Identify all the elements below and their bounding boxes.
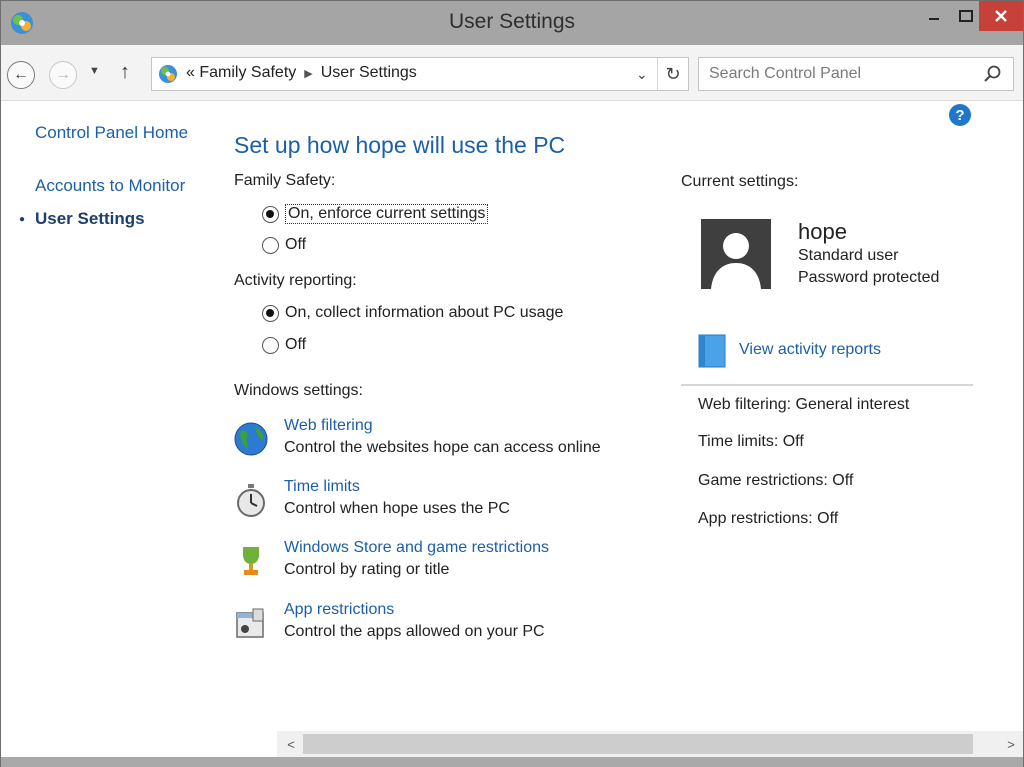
content-pane: ? Control Panel Home Accounts to Monitor… — [1, 101, 1023, 731]
status-strip — [1, 731, 277, 757]
activity-reporting-on-radio[interactable]: On, collect information about PC usage — [262, 304, 563, 322]
time-limits-description: Control when hope uses the PC — [284, 500, 510, 517]
address-dropdown-button[interactable]: ⌄ — [636, 66, 648, 83]
activity-reporting-off-label[interactable]: Off — [285, 336, 306, 354]
recent-locations-button[interactable]: ▼ — [89, 65, 100, 77]
summary-game-restrictions: Game restrictions: Off — [698, 472, 854, 489]
close-icon — [995, 10, 1007, 22]
activity-report-icon — [698, 334, 726, 368]
scroll-right-button[interactable]: > — [1001, 734, 1021, 754]
divider — [681, 384, 973, 386]
web-filtering-description: Control the websites hope can access onl… — [284, 439, 601, 456]
refresh-icon: ↻ — [665, 63, 681, 84]
chevron-right-icon: > — [1007, 736, 1015, 752]
store-game-restrictions-description: Control by rating or title — [284, 561, 450, 578]
setting-time-limits: Time limits Control when hope uses the P… — [233, 478, 653, 526]
forward-button[interactable]: → — [49, 61, 77, 89]
summary-web-filtering: Web filtering: General interest — [698, 396, 910, 413]
user-silhouette-icon — [701, 219, 771, 289]
windows-settings-label: Windows settings: — [234, 382, 363, 399]
setting-web-filtering: Web filtering Control the websites hope … — [233, 417, 653, 465]
activity-reporting-off-radio[interactable]: Off — [262, 336, 306, 354]
chevron-left-icon: < — [287, 736, 295, 752]
time-limits-link[interactable]: Time limits — [284, 478, 360, 496]
arrow-up-icon: ↑ — [120, 61, 130, 83]
arrow-left-icon: ← — [13, 66, 29, 83]
minimize-button[interactable] — [917, 1, 951, 31]
trophy-icon — [243, 547, 259, 575]
maximize-button[interactable] — [949, 1, 983, 31]
user-settings-window: User Settings ← → ▼ ↑ « Family Safety ▶ … — [0, 0, 1024, 767]
arrow-right-icon: → — [55, 66, 71, 83]
title-bar: User Settings — [1, 1, 1023, 45]
sidebar-item-control-panel-home[interactable]: Control Panel Home — [35, 123, 188, 143]
radio-checked-icon[interactable] — [262, 205, 279, 223]
user-password-status: Password protected — [798, 269, 940, 286]
app-restrictions-link[interactable]: App restrictions — [284, 601, 394, 619]
up-button[interactable]: ↑ — [120, 61, 130, 84]
activity-reporting-on-label[interactable]: On, collect information about PC usage — [285, 304, 563, 322]
window-bottom-border — [1, 757, 1023, 767]
breadcrumb-user-settings[interactable]: User Settings — [321, 64, 417, 81]
summary-app-restrictions: App restrictions: Off — [698, 510, 839, 527]
back-button[interactable]: ← — [7, 61, 35, 89]
sidebar-item-accounts-to-monitor[interactable]: Accounts to Monitor — [35, 176, 185, 196]
scroll-left-button[interactable]: < — [281, 734, 301, 754]
app-restrictions-description: Control the apps allowed on your PC — [284, 623, 545, 640]
view-activity-reports-link[interactable]: View activity reports — [739, 341, 881, 359]
current-settings-label: Current settings: — [681, 173, 799, 190]
search-box[interactable]: Search Control Panel — [698, 57, 1014, 91]
minimize-icon — [929, 18, 939, 20]
maximize-icon — [959, 10, 973, 22]
family-safety-on-label[interactable]: On, enforce current settings — [285, 204, 489, 224]
help-icon[interactable]: ? — [949, 104, 971, 126]
scrollbar-thumb[interactable] — [303, 734, 973, 754]
user-account-type: Standard user — [798, 247, 899, 264]
chevron-down-icon: ⌄ — [636, 66, 648, 82]
sidebar-item-user-settings: User Settings — [35, 209, 145, 228]
summary-time-limits: Time limits: Off — [698, 433, 804, 450]
globe-icon — [234, 422, 268, 456]
radio-unchecked-icon[interactable] — [262, 236, 279, 254]
activity-reporting-label: Activity reporting: — [234, 272, 357, 289]
radio-checked-icon[interactable] — [262, 304, 279, 322]
stopwatch-icon — [237, 484, 265, 517]
window-title: User Settings — [448, 10, 576, 33]
family-safety-label: Family Safety: — [234, 172, 336, 189]
navigation-bar: ← → ▼ ↑ « Family Safety ▶ User Settings ⌄ — [1, 45, 1023, 101]
chevron-right-icon[interactable]: ▶ — [304, 68, 312, 80]
refresh-button[interactable]: ↻ — [657, 58, 688, 90]
search-icon[interactable] — [983, 64, 1003, 84]
family-safety-off-label[interactable]: Off — [285, 236, 306, 254]
avatar — [701, 219, 771, 289]
close-button[interactable] — [979, 1, 1023, 31]
current-page-bullet: ● — [19, 214, 26, 225]
app-window-icon — [236, 608, 264, 638]
control-panel-icon — [159, 65, 177, 83]
web-filtering-link[interactable]: Web filtering — [284, 417, 373, 435]
breadcrumb-family-safety[interactable]: Family Safety — [199, 64, 296, 81]
breadcrumb: « Family Safety ▶ User Settings — [186, 64, 417, 82]
breadcrumb-overflow[interactable]: « — [186, 64, 195, 81]
setting-app-restrictions: App restrictions Control the apps allowe… — [233, 601, 653, 649]
user-name: hope — [798, 219, 847, 244]
setting-store-game-restrictions: Windows Store and game restrictions Cont… — [233, 539, 653, 587]
family-safety-on-radio[interactable]: On, enforce current settings — [262, 204, 489, 224]
address-bar[interactable]: « Family Safety ▶ User Settings ⌄ ↻ — [151, 57, 689, 91]
page-title: Set up how hope will use the PC — [234, 132, 566, 158]
store-game-restrictions-link[interactable]: Windows Store and game restrictions — [284, 539, 549, 557]
radio-unchecked-icon[interactable] — [262, 336, 279, 354]
family-safety-off-radio[interactable]: Off — [262, 236, 306, 254]
search-input[interactable]: Search Control Panel — [709, 65, 861, 83]
chevron-down-icon: ▼ — [89, 65, 100, 77]
horizontal-scrollbar[interactable]: < > — [277, 731, 1023, 757]
